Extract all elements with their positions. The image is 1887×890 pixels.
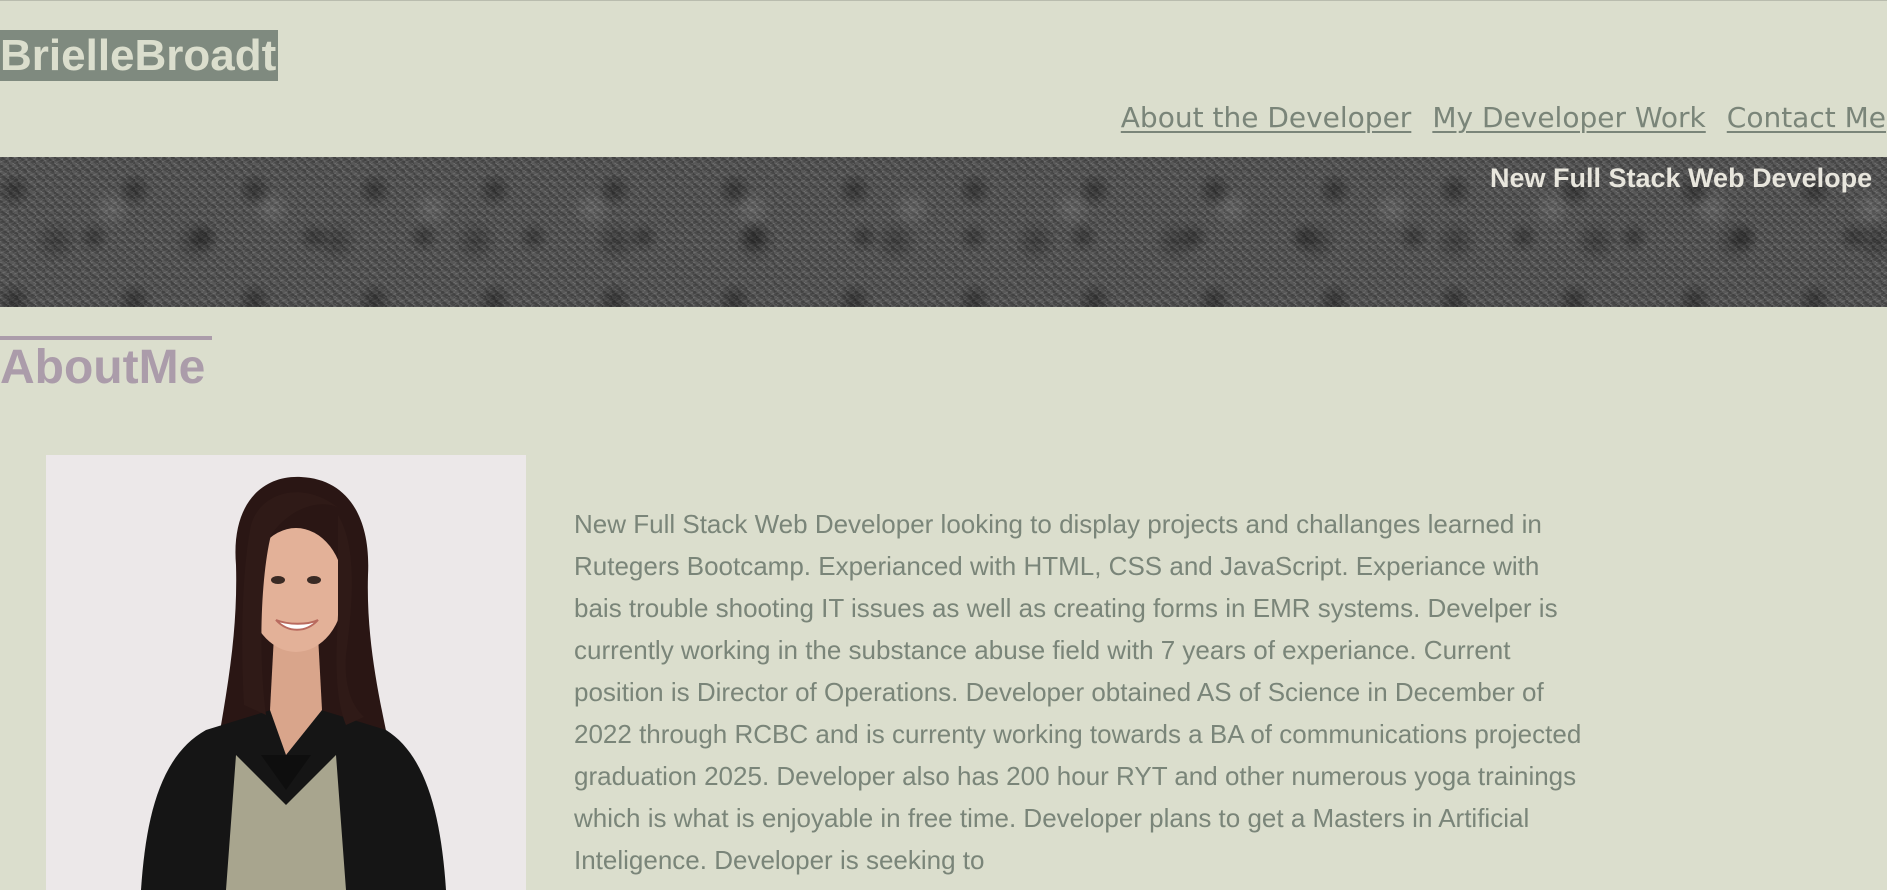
nav-link-about[interactable]: About the Developer [1121, 101, 1412, 134]
nav-link-work[interactable]: My Developer Work [1432, 101, 1705, 134]
about-bio-text: New Full Stack Web Developer looking to … [574, 509, 1582, 875]
nav-link-contact[interactable]: Contact Me [1727, 101, 1886, 134]
developer-portrait-graphic [46, 455, 526, 890]
developer-photo [46, 455, 526, 890]
about-title: AboutMe [0, 341, 206, 394]
hero-tagline: New Full Stack Web Develope [1490, 163, 1873, 193]
top-border [0, 0, 1887, 1]
main-nav: About the Developer My Developer Work Co… [1121, 101, 1887, 134]
site-logo[interactable]: BrielleBroadt [0, 30, 279, 81]
